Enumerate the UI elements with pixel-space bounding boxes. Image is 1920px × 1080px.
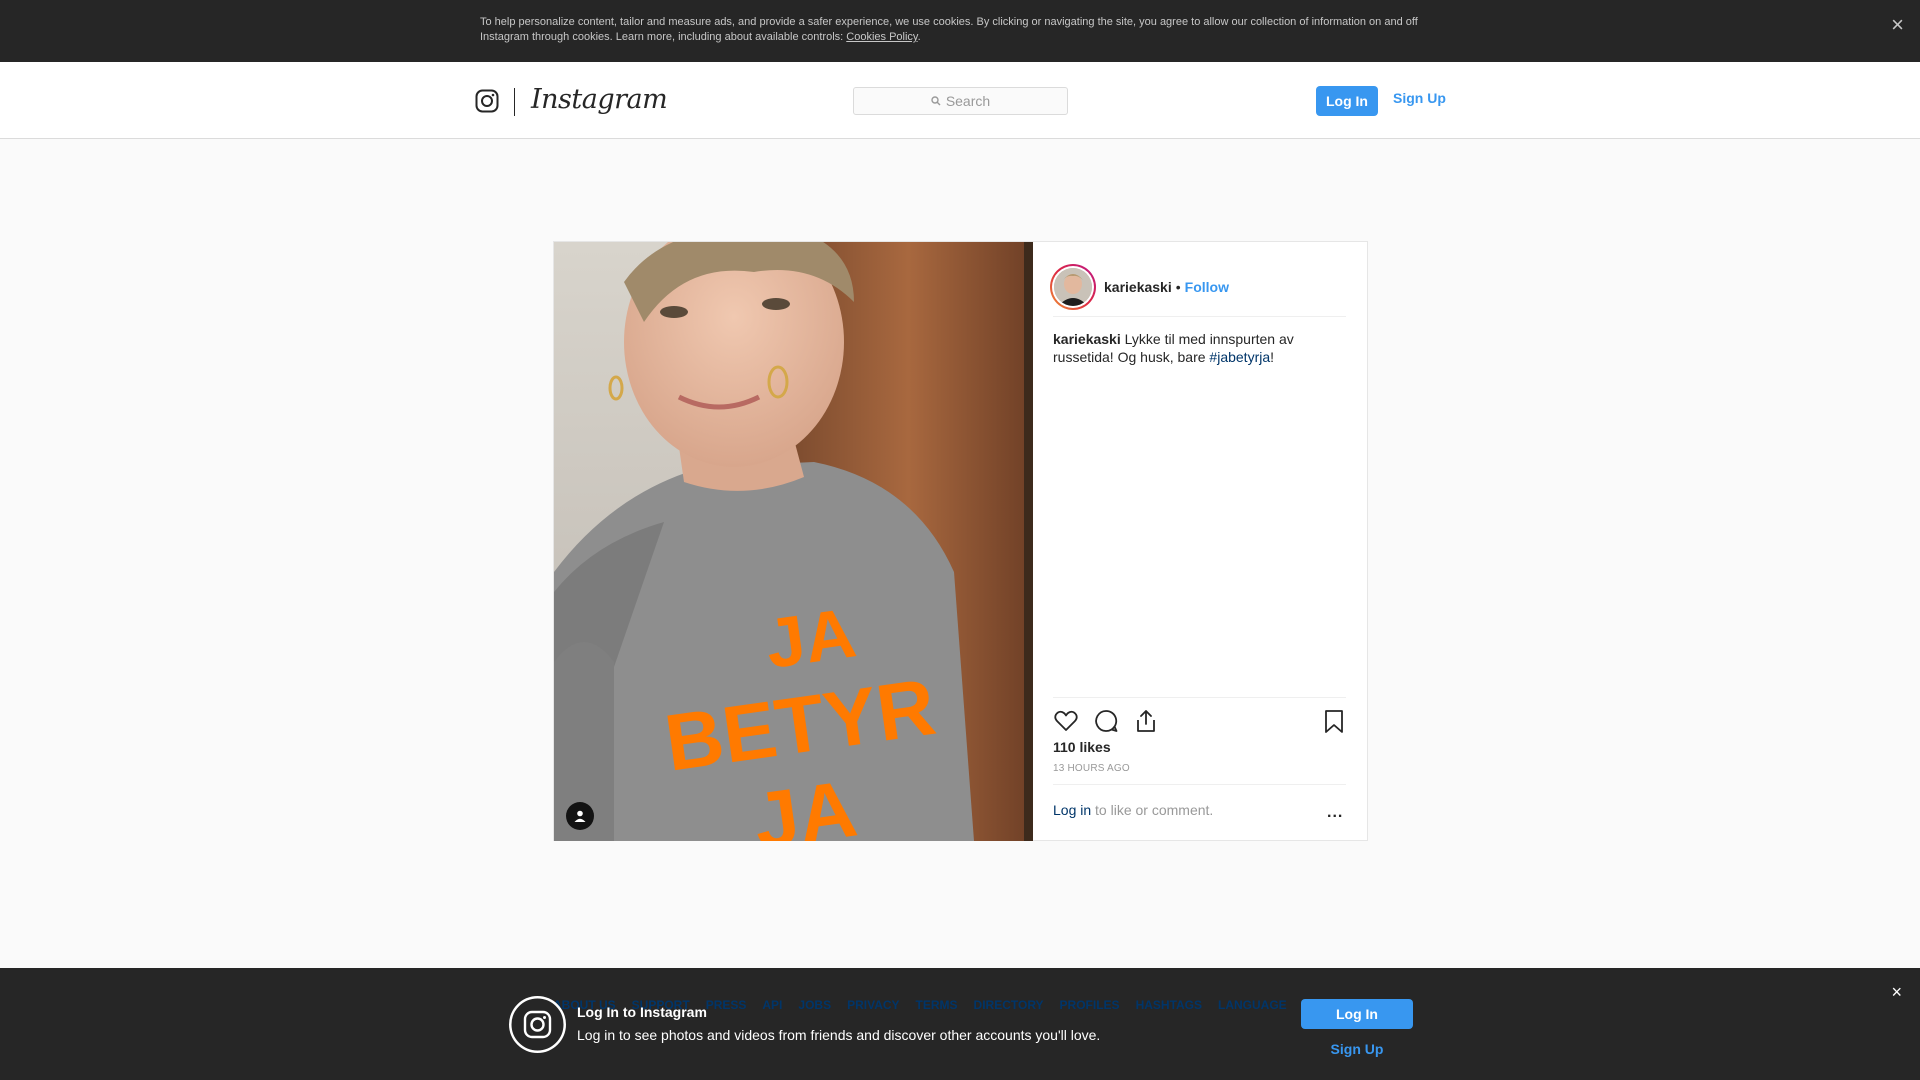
share-icon[interactable] xyxy=(1133,708,1159,734)
login-comment-text: to like or comment. xyxy=(1091,802,1214,818)
post-username[interactable]: kariekaski xyxy=(1104,279,1172,295)
separator-dot: • xyxy=(1175,278,1181,295)
search-input[interactable]: Search xyxy=(853,87,1068,115)
follow-button[interactable]: Follow xyxy=(1185,279,1229,295)
footer-link-hashtags[interactable]: HASHTAGS xyxy=(1136,998,1202,1012)
banner-login-button[interactable]: Log In xyxy=(1301,999,1413,1029)
likes-count[interactable]: 110 likes xyxy=(1053,739,1111,755)
banner-subtitle: Log in to see photos and videos from fri… xyxy=(577,1027,1101,1043)
cookie-message: To help personalize content, tailor and … xyxy=(480,16,1418,43)
footer-link-press[interactable]: PRESS xyxy=(706,998,747,1012)
bookmark-icon[interactable] xyxy=(1321,708,1347,734)
post-caption: kariekaski Lykke til med innspurten av r… xyxy=(1053,330,1343,366)
search-placeholder: Search xyxy=(945,93,991,109)
footer-link-privacy[interactable]: PRIVACY xyxy=(847,998,899,1012)
header-login-button[interactable]: Log In xyxy=(1316,86,1378,116)
banner-signup-link[interactable]: Sign Up xyxy=(1301,1041,1413,1057)
caption-hashtag[interactable]: #jabetyrja xyxy=(1209,349,1270,365)
comment-divider xyxy=(1053,784,1346,785)
cookie-text: To help personalize content, tailor and … xyxy=(480,15,1440,45)
instagram-wordmark[interactable]: Instagram xyxy=(531,84,668,115)
logo-divider xyxy=(514,88,515,116)
cookies-policy-link[interactable]: Cookies Policy xyxy=(846,31,917,43)
avatar-image xyxy=(1054,267,1092,306)
cookie-suffix: . xyxy=(917,31,921,43)
avatar-ring xyxy=(1052,265,1094,308)
more-options-icon[interactable]: ... xyxy=(1327,804,1343,822)
person-icon xyxy=(574,810,586,822)
heart-icon[interactable] xyxy=(1053,708,1079,734)
tagged-user-icon[interactable] xyxy=(566,802,594,830)
footer-link-directory[interactable]: DIRECTORY xyxy=(974,998,1044,1012)
header-signup-link[interactable]: Sign Up xyxy=(1393,90,1446,106)
instagram-logo-icon xyxy=(509,996,566,1053)
comment-icon[interactable] xyxy=(1093,708,1119,734)
post-card: JA BETYR JA kariekaski • Follow kariekas… xyxy=(553,241,1368,841)
photo-illustration: JA BETYR JA xyxy=(554,242,1033,841)
footer-link-jobs[interactable]: JOBS xyxy=(798,998,831,1012)
footer-link-language[interactable]: LANGUAGE xyxy=(1218,998,1287,1012)
actions-divider xyxy=(1053,697,1346,698)
post-header: kariekaski • Follow xyxy=(1050,257,1346,317)
instagram-glyph-icon[interactable] xyxy=(475,89,499,113)
cookie-banner: To help personalize content, tailor and … xyxy=(0,0,1920,62)
avatar[interactable] xyxy=(1050,263,1096,310)
avatar-illustration xyxy=(1054,267,1092,306)
post-timestamp[interactable]: 13 HOURS AGO xyxy=(1053,763,1130,774)
shirt-text-line-3: JA xyxy=(748,764,862,841)
banner-close-icon[interactable]: × xyxy=(1891,982,1902,1003)
login-link[interactable]: Log in xyxy=(1053,802,1091,818)
caption-username[interactable]: kariekaski xyxy=(1053,331,1121,347)
banner-title: Log In to Instagram xyxy=(577,1004,707,1020)
caption-end: ! xyxy=(1270,349,1275,365)
login-banner: ABOUT US SUPPORT PRESS API JOBS PRIVACY … xyxy=(0,968,1920,1080)
top-header: Instagram Search Log In Sign Up xyxy=(0,62,1920,139)
search-icon xyxy=(931,96,941,106)
banner-logo xyxy=(509,996,566,1053)
footer-link-terms[interactable]: TERMS xyxy=(916,998,958,1012)
post-photo[interactable]: JA BETYR JA xyxy=(554,242,1033,841)
action-icons xyxy=(1053,708,1348,738)
login-to-comment: Log in to like or comment. xyxy=(1053,802,1213,818)
post-sidebar: kariekaski • Follow kariekaski Lykke til… xyxy=(1033,242,1368,841)
footer-link-api[interactable]: API xyxy=(762,998,782,1012)
footer-link-profiles[interactable]: PROFILES xyxy=(1060,998,1120,1012)
shirt-text-line-1: JA xyxy=(761,593,860,683)
cookie-close-icon[interactable]: × xyxy=(1891,14,1904,36)
